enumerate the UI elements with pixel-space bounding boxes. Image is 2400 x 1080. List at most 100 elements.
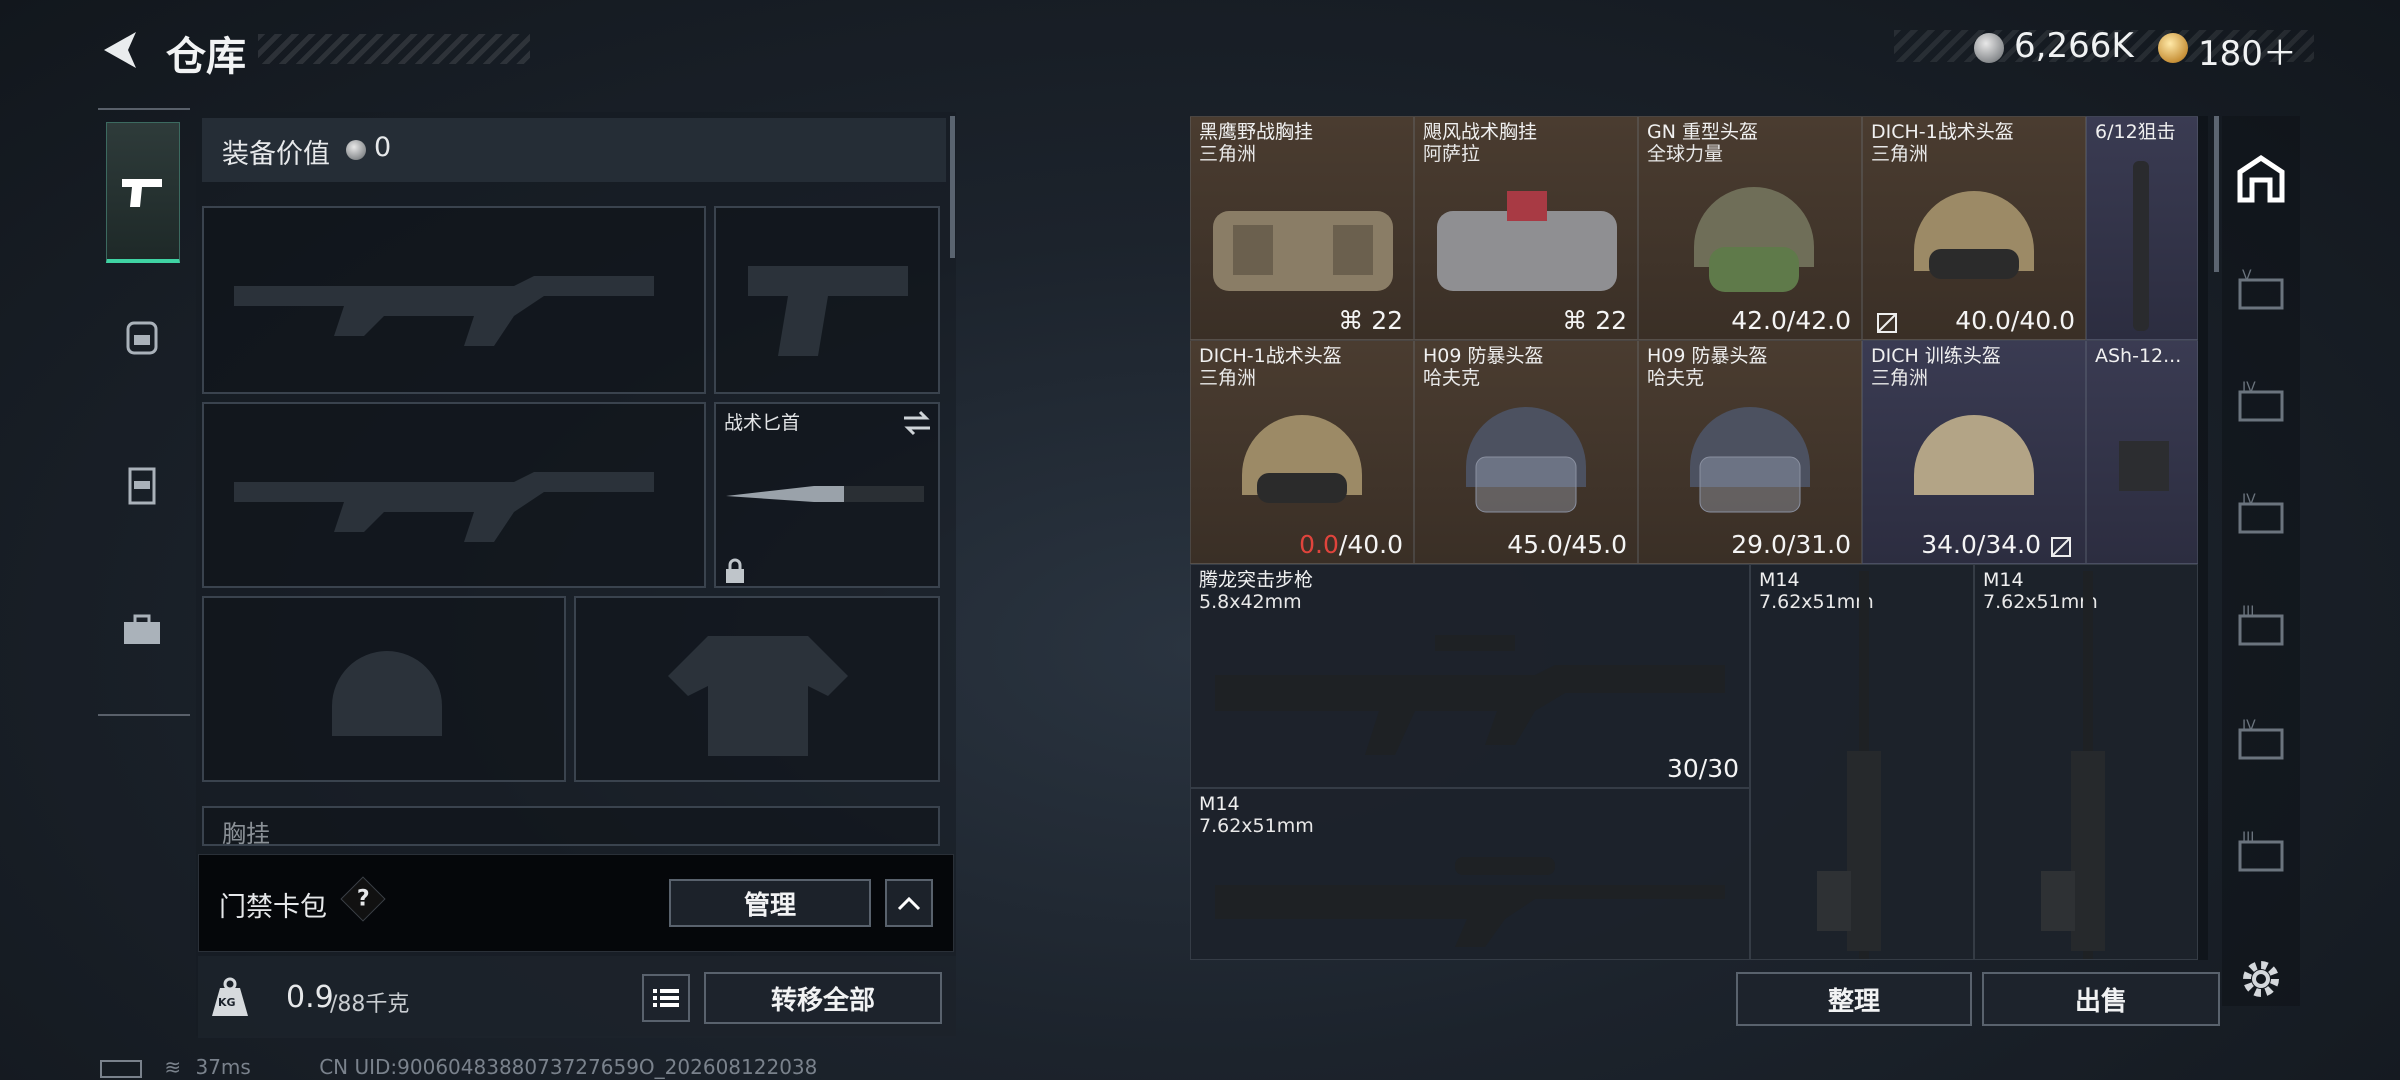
pistol-icon — [122, 179, 162, 207]
vest-label: 胸挂 — [222, 820, 270, 848]
storage-level-iv-icon[interactable]: IV — [2236, 490, 2286, 540]
tab-backpack[interactable] — [106, 268, 178, 404]
item-name: H09 防暴头盔 — [1647, 345, 1768, 367]
rifle-image — [1817, 571, 1881, 959]
grid-item[interactable]: 6/12狙击 — [2086, 116, 2198, 340]
grid-item[interactable]: 腾龙突击步枪 5.8x42mm 30/30 — [1190, 564, 1750, 788]
item-durability: 0.0/40.0 — [1299, 530, 1403, 559]
silver-coin-icon — [1974, 33, 2004, 63]
grid-item[interactable]: ASh-12... — [2086, 340, 2198, 564]
swap-icon[interactable] — [902, 410, 932, 436]
grid-item[interactable]: DICH-1战术头盔 三角洲 40.0/40.0 — [1862, 116, 2086, 340]
storage-level-iv-icon[interactable]: IV — [2236, 378, 2286, 428]
helmet-image — [1694, 187, 1814, 292]
grid-item[interactable]: H09 防暴头盔 哈夫克 29.0/31.0 — [1638, 340, 1862, 564]
primary-weapon-slot[interactable] — [202, 206, 706, 394]
list-icon — [653, 989, 679, 1007]
briefcase-icon — [124, 614, 160, 644]
no-repair-icon — [2051, 537, 2071, 557]
grid-item[interactable]: M14 7.62x51mm — [1974, 564, 2198, 960]
lock-icon — [726, 558, 744, 583]
armor-silhouette-icon — [668, 636, 848, 756]
status-bar: ≋ 37ms CN UID:9006048388073727659O_20260… — [100, 1055, 817, 1079]
weight-bar: KG 0.9 /88千克 转移全部 — [198, 956, 956, 1038]
title-decoration — [258, 34, 530, 64]
tab-case[interactable] — [106, 562, 178, 698]
riot-helmet-image — [1466, 407, 1586, 513]
grid-item[interactable]: 黑鹰野战胸挂 三角洲 ⌘ 22 — [1190, 116, 1414, 340]
loadout-scrollbar[interactable] — [950, 116, 955, 258]
equip-value: 0 — [374, 132, 392, 163]
grid-item[interactable]: DICH-1战术头盔 三角洲 0.0/40.0 — [1190, 340, 1414, 564]
svg-text:III: III — [2242, 604, 2254, 620]
back-icon[interactable] — [96, 28, 144, 72]
chest-rig-image — [1213, 211, 1393, 291]
helmet-image — [1242, 415, 1362, 503]
collapse-button[interactable] — [885, 879, 933, 927]
gold-currency[interactable]: 180＋ — [2198, 26, 2297, 75]
storage-level-v-icon[interactable]: V — [2236, 266, 2286, 316]
list-view-button[interactable] — [642, 974, 690, 1022]
sort-button[interactable]: 整理 — [1736, 972, 1972, 1026]
item-name: M14 — [1199, 793, 1240, 815]
grid-item[interactable]: H09 防暴头盔 哈夫克 45.0/45.0 — [1414, 340, 1638, 564]
knife-label: 战术匕首 — [724, 412, 801, 434]
no-repair-icon — [1877, 313, 1897, 333]
manage-button[interactable]: 管理 — [669, 879, 871, 927]
rifle-silhouette-icon — [234, 472, 654, 542]
grid-item[interactable]: M14 7.62x51mm — [1190, 788, 1750, 960]
silver-coin-icon — [346, 140, 366, 160]
rifle-image — [2041, 571, 2105, 959]
item-durability: 45.0/45.0 — [1507, 530, 1627, 559]
grid-item[interactable]: DICH 训练头盔 三角洲 34.0/34.0 — [1862, 340, 2086, 564]
assault-rifle-image — [1215, 635, 1725, 755]
storage-level-iii-icon[interactable]: III — [2236, 602, 2286, 652]
storage-level-iii-icon[interactable]: III — [2236, 828, 2286, 878]
helmet-slot[interactable] — [202, 596, 566, 782]
item-name: 飓风战术胸挂 — [1423, 121, 1538, 143]
scope-image — [2133, 161, 2149, 331]
grid-item[interactable]: GN 重型头盔 全球力量 42.0/42.0 — [1638, 116, 1862, 340]
item-name: ASh-12... — [2095, 345, 2182, 367]
item-durability: 29.0/31.0 — [1731, 530, 1851, 559]
pistol-slot[interactable] — [714, 206, 940, 394]
tab-weapons[interactable] — [106, 122, 180, 263]
equip-value-bar: 装备价值 0 — [202, 118, 946, 182]
tab-vest[interactable] — [106, 418, 178, 554]
item-name: 腾龙突击步枪 — [1199, 569, 1314, 591]
warehouse-icon[interactable] — [2236, 154, 2286, 204]
secondary-weapon-slot[interactable] — [202, 402, 706, 588]
storage-grid: 黑鹰野战胸挂 三角洲 ⌘ 22 飓风战术胸挂 阿萨拉 ⌘ 22 GN 重型头盔 … — [1190, 116, 2208, 960]
storage-tabs: V IV IV III IV III — [2222, 116, 2300, 1006]
pistol-silhouette-icon — [748, 266, 908, 356]
chevron-up-icon — [897, 896, 921, 911]
help-icon[interactable]: ? — [340, 876, 386, 922]
vest-slot[interactable]: 胸挂 — [202, 806, 940, 848]
keycard-pack-bar: 门禁卡包 ? 管理 — [198, 854, 954, 952]
battery-icon — [100, 1059, 142, 1078]
storage-level-iv-icon[interactable]: IV — [2236, 716, 2286, 766]
grid-item[interactable]: 飓风战术胸挂 阿萨拉 ⌘ 22 — [1414, 116, 1638, 340]
wifi-icon: ≋ — [164, 1055, 182, 1079]
ping: 37ms — [195, 1055, 251, 1079]
item-name: H09 防暴头盔 — [1423, 345, 1544, 367]
equip-value-label: 装备价值 — [222, 139, 330, 170]
item-ammo: 30/30 — [1666, 754, 1739, 783]
item-name: DICH 训练头盔 — [1871, 345, 2001, 367]
kg-label: KG — [218, 996, 236, 1009]
riot-helmet-image — [1690, 407, 1810, 513]
keycard-pack-label: 门禁卡包 — [219, 892, 327, 923]
uid: CN UID:9006048388073727659O_202608122038 — [319, 1055, 818, 1079]
knife-icon — [726, 486, 924, 502]
sell-button[interactable]: 出售 — [1982, 972, 2220, 1026]
armor-slot[interactable] — [574, 596, 940, 782]
transfer-all-button[interactable]: 转移全部 — [704, 972, 942, 1024]
settings-gear-icon[interactable] — [2236, 954, 2286, 1004]
item-durability: 42.0/42.0 — [1731, 306, 1851, 335]
chest-rig-image — [1437, 191, 1617, 291]
category-tabs — [98, 108, 190, 716]
grid-scrollbar[interactable] — [2214, 116, 2219, 272]
weight-value: 0.9 — [286, 980, 334, 1015]
knife-slot[interactable]: 战术匕首 — [714, 402, 940, 588]
grid-item[interactable]: M14 7.62x51mm — [1750, 564, 1974, 960]
